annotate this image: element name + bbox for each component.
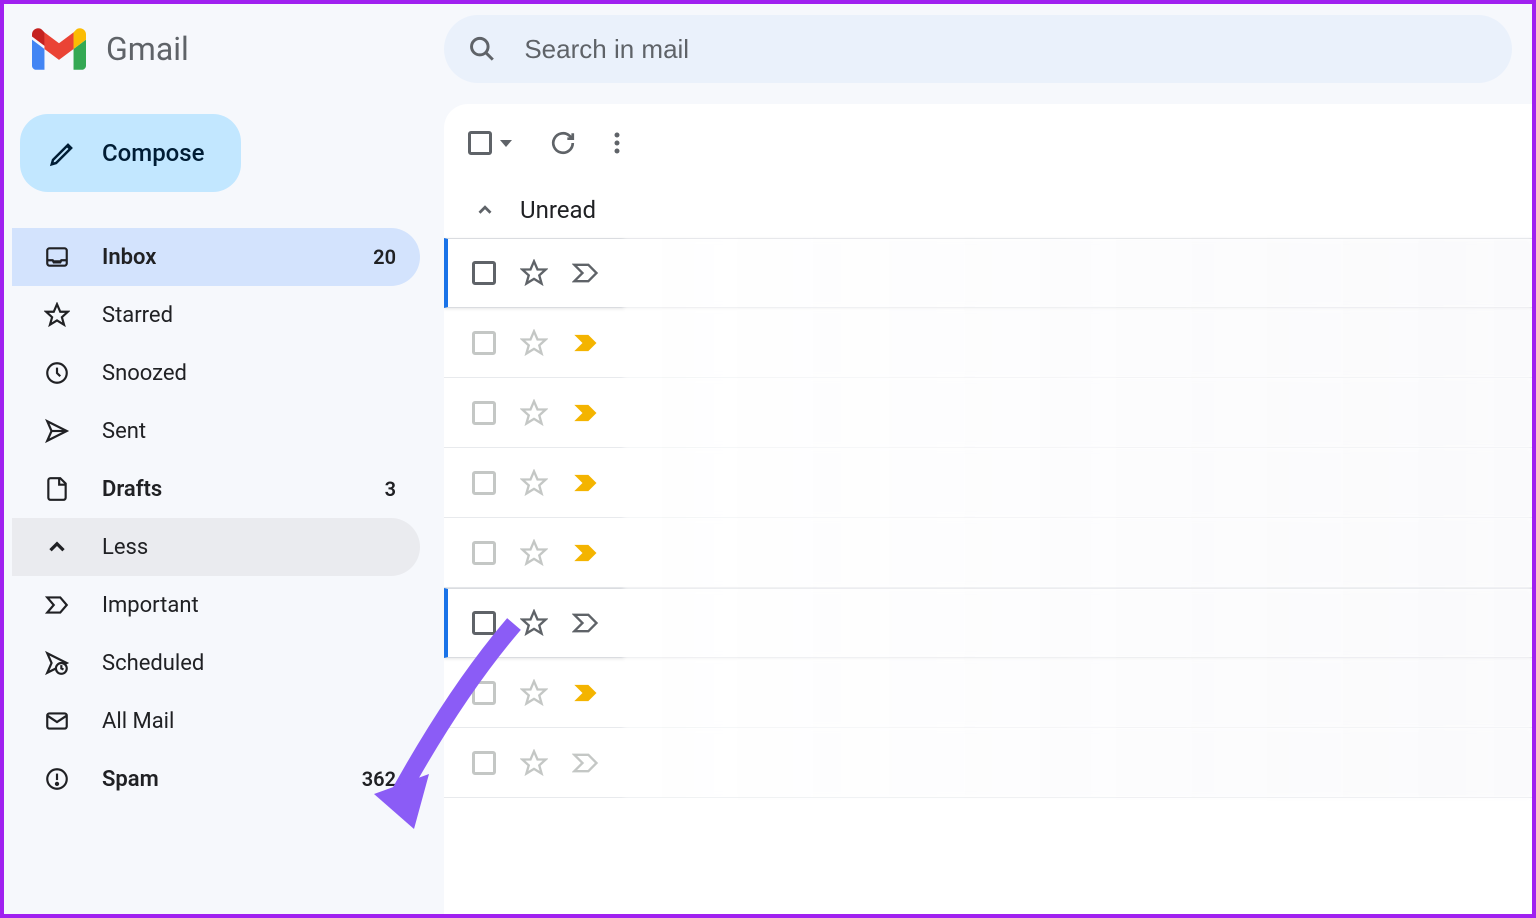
- compose-button[interactable]: Compose: [20, 114, 241, 192]
- sidebar-item-label: Drafts: [102, 477, 385, 502]
- select-all-checkbox[interactable]: [468, 131, 512, 155]
- more-button[interactable]: [614, 130, 620, 156]
- sidebar-item-label: Inbox: [102, 245, 373, 270]
- email-row[interactable]: [444, 238, 1532, 308]
- search-bar[interactable]: [444, 15, 1512, 83]
- sidebar-item-allmail[interactable]: All Mail: [12, 692, 420, 750]
- important-icon[interactable]: [572, 332, 600, 354]
- star-icon[interactable]: [520, 259, 548, 287]
- pencil-icon: [48, 138, 78, 168]
- sidebar-item-count: 362: [362, 767, 396, 791]
- sidebar-item-label: All Mail: [102, 709, 396, 734]
- email-row[interactable]: [444, 308, 1532, 378]
- email-content-blurred: [624, 518, 1532, 587]
- row-checkbox[interactable]: [472, 261, 496, 285]
- search-icon: [468, 34, 496, 64]
- row-checkbox[interactable]: [472, 611, 496, 635]
- sidebar-item-inbox[interactable]: Inbox 20: [12, 228, 420, 286]
- chevron-up-icon: [474, 199, 496, 221]
- email-content-blurred: [624, 239, 1532, 307]
- sidebar-item-label: Sent: [102, 419, 396, 444]
- sidebar-item-drafts[interactable]: Drafts 3: [12, 460, 420, 518]
- sidebar-item-label: Starred: [102, 303, 396, 328]
- search-input[interactable]: [524, 34, 1488, 65]
- row-checkbox[interactable]: [472, 401, 496, 425]
- email-row[interactable]: [444, 378, 1532, 448]
- sidebar-item-starred[interactable]: Starred: [12, 286, 420, 344]
- sidebar-item-scheduled[interactable]: Scheduled: [12, 634, 420, 692]
- email-content-blurred: [624, 448, 1532, 517]
- sidebar-item-important[interactable]: Important: [12, 576, 420, 634]
- dropdown-arrow-icon: [500, 140, 512, 147]
- star-icon[interactable]: [520, 469, 548, 497]
- gmail-logo-icon: [32, 28, 86, 70]
- toolbar: [444, 104, 1532, 182]
- email-content-blurred: [624, 378, 1532, 447]
- star-icon[interactable]: [520, 399, 548, 427]
- important-icon[interactable]: [572, 262, 600, 284]
- important-icon[interactable]: [572, 542, 600, 564]
- clock-icon: [44, 360, 70, 386]
- email-row[interactable]: [444, 588, 1532, 658]
- star-icon[interactable]: [520, 329, 548, 357]
- sidebar-item-label: Important: [102, 593, 396, 618]
- email-content-blurred: [624, 308, 1532, 377]
- sidebar-item-snoozed[interactable]: Snoozed: [12, 344, 420, 402]
- email-content-blurred: [624, 589, 1532, 657]
- row-checkbox[interactable]: [472, 751, 496, 775]
- app-name: Gmail: [106, 30, 189, 68]
- important-icon: [44, 592, 70, 618]
- sidebar-item-label: Scheduled: [102, 651, 396, 676]
- sidebar-item-count: 3: [385, 477, 396, 501]
- row-checkbox[interactable]: [472, 681, 496, 705]
- main: Compose Inbox 20 Starred Snoozed: [4, 94, 1532, 914]
- important-icon[interactable]: [572, 402, 600, 424]
- email-content-blurred: [624, 728, 1532, 797]
- spam-icon: [44, 766, 70, 792]
- section-title: Unread: [520, 196, 596, 224]
- checkbox-icon: [468, 131, 492, 155]
- chevron-up-icon: [44, 534, 70, 560]
- logo-area: Gmail: [32, 28, 444, 70]
- important-icon[interactable]: [572, 682, 600, 704]
- sidebar-item-spam[interactable]: Spam 362: [12, 750, 420, 808]
- header: Gmail: [4, 4, 1532, 94]
- scheduled-icon: [44, 650, 70, 676]
- email-row[interactable]: [444, 728, 1532, 798]
- star-icon[interactable]: [520, 749, 548, 777]
- important-icon[interactable]: [572, 752, 600, 774]
- content: Unread: [444, 104, 1532, 914]
- row-checkbox[interactable]: [472, 541, 496, 565]
- sidebar-item-label: Snoozed: [102, 361, 396, 386]
- email-list: [444, 238, 1532, 798]
- email-content-blurred: [624, 658, 1532, 727]
- star-icon: [44, 302, 70, 328]
- email-row[interactable]: [444, 658, 1532, 728]
- file-icon: [44, 476, 70, 502]
- sidebar-item-label: Spam: [102, 767, 362, 792]
- important-icon[interactable]: [572, 612, 600, 634]
- inbox-icon: [44, 244, 70, 270]
- mail-icon: [44, 708, 70, 734]
- email-row[interactable]: [444, 518, 1532, 588]
- compose-label: Compose: [102, 139, 205, 167]
- star-icon[interactable]: [520, 539, 548, 567]
- refresh-button[interactable]: [550, 130, 576, 156]
- section-header[interactable]: Unread: [444, 182, 1532, 238]
- sidebar-item-label: Less: [102, 535, 396, 560]
- email-row[interactable]: [444, 448, 1532, 518]
- sidebar-item-less[interactable]: Less: [12, 518, 420, 576]
- send-icon: [44, 418, 70, 444]
- sidebar-item-count: 20: [373, 245, 396, 269]
- star-icon[interactable]: [520, 679, 548, 707]
- sidebar-item-sent[interactable]: Sent: [12, 402, 420, 460]
- row-checkbox[interactable]: [472, 471, 496, 495]
- row-checkbox[interactable]: [472, 331, 496, 355]
- sidebar: Compose Inbox 20 Starred Snoozed: [4, 94, 444, 914]
- important-icon[interactable]: [572, 472, 600, 494]
- star-icon[interactable]: [520, 609, 548, 637]
